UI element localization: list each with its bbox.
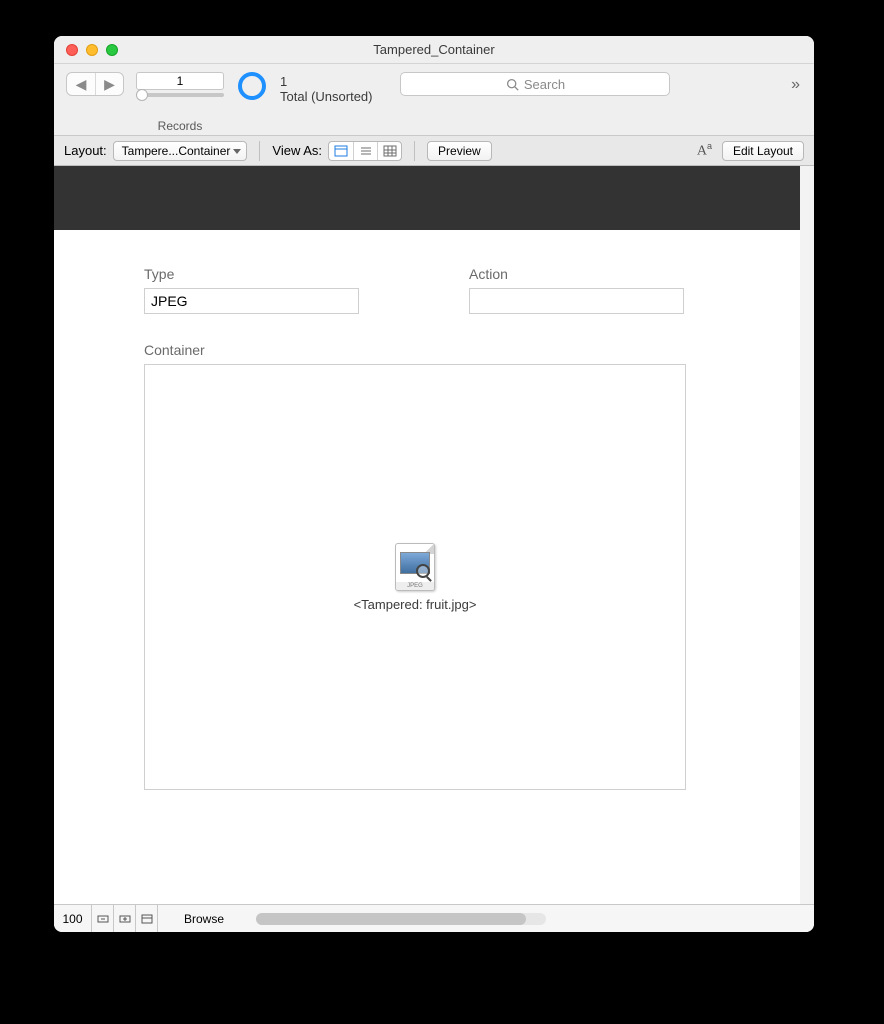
container-field[interactable]: JPEG <Tampered: fruit.jpg> (144, 364, 686, 790)
magnifier-icon (416, 564, 430, 578)
titlebar: Tampered_Container (54, 36, 814, 64)
action-input[interactable] (469, 288, 684, 314)
tampered-message: <Tampered: fruit.jpg> (354, 597, 477, 612)
panel-icon (141, 914, 153, 924)
view-as-group: View As: (272, 141, 402, 161)
toolbar-overflow-button[interactable]: » (791, 76, 802, 94)
record-nav-group: ◀ ▶ (66, 72, 124, 96)
jpeg-file-icon: JPEG (395, 543, 435, 591)
type-field-group: Type (144, 266, 359, 314)
found-set-pie-icon[interactable] (238, 72, 266, 100)
file-type-badge: JPEG (396, 582, 434, 590)
record-slider[interactable] (136, 93, 224, 97)
container-label: Container (144, 342, 710, 358)
layout-header-band (54, 166, 800, 230)
prev-record-button[interactable]: ◀ (67, 73, 95, 95)
form-view-button[interactable] (329, 142, 353, 160)
current-record-field[interactable]: 1 (136, 72, 224, 90)
total-count: 1 (280, 74, 372, 89)
type-label: Type (144, 266, 359, 282)
layout-selected-text: Tampere...Container (122, 144, 231, 158)
divider (259, 141, 260, 161)
main-toolbar: ◀ ▶ 1 Records 1 Total (Unsorted) Search … (54, 64, 814, 136)
zoom-out-icon (97, 914, 109, 924)
record-slider-knob[interactable] (136, 89, 148, 101)
app-window: Tampered_Container ◀ ▶ 1 Records 1 Total… (54, 36, 814, 932)
search-icon (506, 78, 519, 91)
table-view-icon (383, 145, 397, 157)
layout-page: Type Action Container JPEG (54, 166, 814, 904)
records-label: Records (158, 119, 203, 133)
zoom-in-button[interactable] (114, 905, 136, 932)
view-as-buttons (328, 141, 402, 161)
record-slider-group: 1 Records (136, 72, 224, 133)
view-as-label: View As: (272, 143, 322, 158)
action-field-group: Action (469, 266, 684, 314)
layout-label: Layout: (64, 143, 107, 158)
mode-label[interactable]: Browse (158, 912, 250, 926)
horizontal-scrollbar[interactable] (256, 913, 546, 925)
list-view-icon (359, 145, 373, 157)
container-field-group: Container JPEG <Tampered: fruit.jpg> (144, 342, 710, 790)
status-bar: 100 Browse (54, 904, 814, 932)
formatting-bar-toggle[interactable]: Aa (697, 141, 712, 160)
record-count-block: 1 Total (Unsorted) (280, 74, 372, 104)
layout-dropdown[interactable]: Tampere...Container (113, 141, 248, 161)
zoom-in-icon (119, 914, 131, 924)
action-label: Action (469, 266, 684, 282)
layout-bar: Layout: Tampere...Container View As: Pre… (54, 136, 814, 166)
search-placeholder: Search (524, 77, 565, 92)
preview-label: Preview (438, 144, 481, 158)
preview-button[interactable]: Preview (427, 141, 492, 161)
edit-layout-label: Edit Layout (733, 144, 793, 158)
next-record-button[interactable]: ▶ (95, 73, 123, 95)
zoom-out-button[interactable] (92, 905, 114, 932)
type-input[interactable] (144, 288, 359, 314)
form-view-icon (334, 145, 348, 157)
edit-layout-button[interactable]: Edit Layout (722, 141, 804, 161)
form-body: Type Action Container JPEG (54, 230, 800, 826)
status-buttons (92, 905, 158, 932)
status-toggle-button[interactable] (136, 905, 158, 932)
search-input[interactable]: Search (400, 72, 670, 96)
content-area: Type Action Container JPEG (54, 166, 814, 904)
total-label: Total (Unsorted) (280, 89, 372, 104)
divider (414, 141, 415, 161)
table-view-button[interactable] (377, 142, 401, 160)
window-title: Tampered_Container (54, 42, 814, 57)
list-view-button[interactable] (353, 142, 377, 160)
search-area: Search (400, 72, 783, 96)
zoom-level[interactable]: 100 (54, 905, 92, 932)
